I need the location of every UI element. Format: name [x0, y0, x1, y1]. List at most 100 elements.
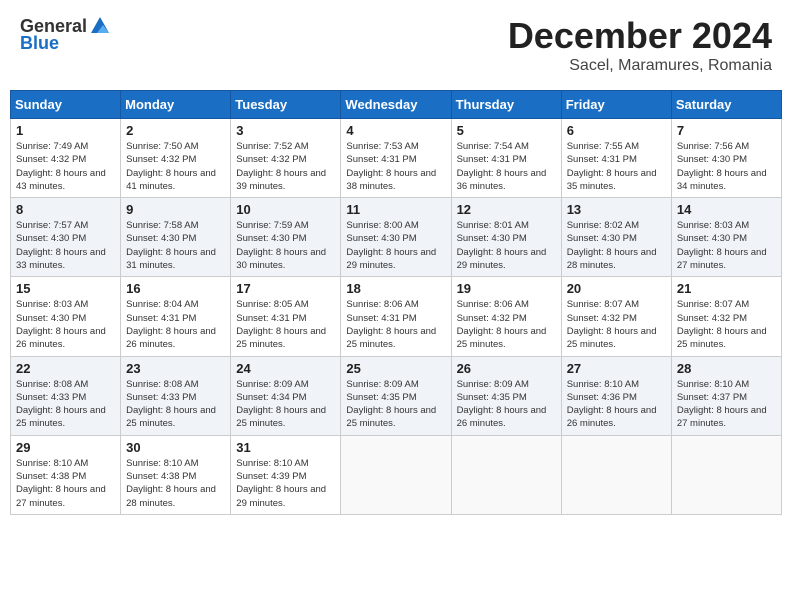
weekday-header-friday: Friday: [561, 91, 671, 119]
weekday-header-monday: Monday: [121, 91, 231, 119]
day-number: 30: [126, 440, 225, 455]
day-info: Sunrise: 7:57 AMSunset: 4:30 PMDaylight:…: [16, 219, 115, 272]
calendar-cell: 8 Sunrise: 7:57 AMSunset: 4:30 PMDaylight…: [11, 198, 121, 277]
day-info: Sunrise: 8:09 AMSunset: 4:35 PMDaylight:…: [346, 378, 445, 431]
day-number: 26: [457, 361, 556, 376]
day-number: 4: [346, 123, 445, 138]
day-number: 25: [346, 361, 445, 376]
day-number: 24: [236, 361, 335, 376]
day-number: 28: [677, 361, 776, 376]
day-number: 5: [457, 123, 556, 138]
calendar-cell: 22Sunrise: 8:08 AMSunset: 4:33 PMDayligh…: [11, 356, 121, 435]
day-info: Sunrise: 8:07 AMSunset: 4:32 PMDaylight:…: [677, 298, 776, 351]
day-number: 10: [236, 202, 335, 217]
logo-text-blue: Blue: [20, 33, 59, 54]
day-number: 22: [16, 361, 115, 376]
day-info: Sunrise: 8:00 AMSunset: 4:30 PMDaylight:…: [346, 219, 445, 272]
day-info: Sunrise: 7:54 AMSunset: 4:31 PMDaylight:…: [457, 140, 556, 193]
day-info: Sunrise: 8:08 AMSunset: 4:33 PMDaylight:…: [126, 378, 225, 431]
day-number: 27: [567, 361, 666, 376]
day-number: 23: [126, 361, 225, 376]
calendar-cell: 20 Sunrise: 8:07 AMSunset: 4:32 PMDayligh…: [561, 277, 671, 356]
day-info: Sunrise: 8:04 AMSunset: 4:31 PMDaylight:…: [126, 298, 225, 351]
day-number: 12: [457, 202, 556, 217]
day-number: 20: [567, 281, 666, 296]
day-info: Sunrise: 7:56 AMSunset: 4:30 PMDaylight:…: [677, 140, 776, 193]
day-info: Sunrise: 8:10 AMSunset: 4:37 PMDaylight:…: [677, 378, 776, 431]
weekday-header-wednesday: Wednesday: [341, 91, 451, 119]
calendar-week-row: 29 Sunrise: 8:10 AMSunset: 4:38 PMDayligh…: [11, 435, 782, 514]
calendar-cell: 5 Sunrise: 7:54 AMSunset: 4:31 PMDaylight…: [451, 119, 561, 198]
calendar-cell: 2Sunrise: 7:50 AMSunset: 4:32 PMDaylight…: [121, 119, 231, 198]
calendar-week-row: 1 Sunrise: 7:49 AMSunset: 4:32 PMDaylight…: [11, 119, 782, 198]
day-info: Sunrise: 8:07 AMSunset: 4:32 PMDaylight:…: [567, 298, 666, 351]
calendar-cell: 6Sunrise: 7:55 AMSunset: 4:31 PMDaylight…: [561, 119, 671, 198]
calendar-cell: 11 Sunrise: 8:00 AMSunset: 4:30 PMDayligh…: [341, 198, 451, 277]
calendar-cell: 17 Sunrise: 8:05 AMSunset: 4:31 PMDayligh…: [231, 277, 341, 356]
day-info: Sunrise: 7:58 AMSunset: 4:30 PMDaylight:…: [126, 219, 225, 272]
day-number: 14: [677, 202, 776, 217]
day-number: 19: [457, 281, 556, 296]
calendar-cell: 7Sunrise: 7:56 AMSunset: 4:30 PMDaylight…: [671, 119, 781, 198]
calendar-cell: 31 Sunrise: 8:10 AMSunset: 4:39 PMDayligh…: [231, 435, 341, 514]
day-number: 29: [16, 440, 115, 455]
calendar-cell: 13 Sunrise: 8:02 AMSunset: 4:30 PMDayligh…: [561, 198, 671, 277]
day-info: Sunrise: 8:02 AMSunset: 4:30 PMDaylight:…: [567, 219, 666, 272]
calendar-cell: 12 Sunrise: 8:01 AMSunset: 4:30 PMDayligh…: [451, 198, 561, 277]
day-number: 17: [236, 281, 335, 296]
day-number: 9: [126, 202, 225, 217]
day-info: Sunrise: 8:03 AMSunset: 4:30 PMDaylight:…: [16, 298, 115, 351]
day-number: 31: [236, 440, 335, 455]
calendar-cell: 26Sunrise: 8:09 AMSunset: 4:35 PMDayligh…: [451, 356, 561, 435]
day-info: Sunrise: 8:10 AMSunset: 4:39 PMDaylight:…: [236, 457, 335, 510]
title-section: December 2024 Sacel, Maramures, Romania: [508, 15, 772, 75]
calendar-cell: 30 Sunrise: 8:10 AMSunset: 4:38 PMDayligh…: [121, 435, 231, 514]
calendar-cell: 24 Sunrise: 8:09 AMSunset: 4:34 PMDayligh…: [231, 356, 341, 435]
day-number: 16: [126, 281, 225, 296]
weekday-header-thursday: Thursday: [451, 91, 561, 119]
calendar-cell: 27Sunrise: 8:10 AMSunset: 4:36 PMDayligh…: [561, 356, 671, 435]
day-number: 8: [16, 202, 115, 217]
calendar-cell: [671, 435, 781, 514]
calendar-cell: 4 Sunrise: 7:53 AMSunset: 4:31 PMDaylight…: [341, 119, 451, 198]
calendar-cell: 10 Sunrise: 7:59 AMSunset: 4:30 PMDayligh…: [231, 198, 341, 277]
calendar-cell: 23 Sunrise: 8:08 AMSunset: 4:33 PMDayligh…: [121, 356, 231, 435]
calendar-cell: 18Sunrise: 8:06 AMSunset: 4:31 PMDayligh…: [341, 277, 451, 356]
calendar-cell: [341, 435, 451, 514]
day-info: Sunrise: 7:55 AMSunset: 4:31 PMDaylight:…: [567, 140, 666, 193]
day-number: 13: [567, 202, 666, 217]
logo: General Blue: [20, 15, 111, 54]
calendar-cell: 19 Sunrise: 8:06 AMSunset: 4:32 PMDayligh…: [451, 277, 561, 356]
day-number: 18: [346, 281, 445, 296]
weekday-header-row: SundayMondayTuesdayWednesdayThursdayFrid…: [11, 91, 782, 119]
day-number: 15: [16, 281, 115, 296]
day-info: Sunrise: 8:10 AMSunset: 4:38 PMDaylight:…: [16, 457, 115, 510]
calendar-cell: 14 Sunrise: 8:03 AMSunset: 4:30 PMDayligh…: [671, 198, 781, 277]
day-info: Sunrise: 8:03 AMSunset: 4:30 PMDaylight:…: [677, 219, 776, 272]
calendar-table: SundayMondayTuesdayWednesdayThursdayFrid…: [10, 90, 782, 515]
weekday-header-saturday: Saturday: [671, 91, 781, 119]
location: Sacel, Maramures, Romania: [508, 57, 772, 75]
calendar-cell: 1 Sunrise: 7:49 AMSunset: 4:32 PMDaylight…: [11, 119, 121, 198]
day-info: Sunrise: 8:01 AMSunset: 4:30 PMDaylight:…: [457, 219, 556, 272]
weekday-header-sunday: Sunday: [11, 91, 121, 119]
day-info: Sunrise: 8:10 AMSunset: 4:38 PMDaylight:…: [126, 457, 225, 510]
day-info: Sunrise: 8:06 AMSunset: 4:32 PMDaylight:…: [457, 298, 556, 351]
day-number: 11: [346, 202, 445, 217]
calendar-week-row: 22 Sunrise: 8:08 AMSunset: 4:33 PMDayligh…: [11, 356, 782, 435]
calendar-cell: 29 Sunrise: 8:10 AMSunset: 4:38 PMDayligh…: [11, 435, 121, 514]
day-number: 1: [16, 123, 115, 138]
calendar-cell: 25 Sunrise: 8:09 AMSunset: 4:35 PMDayligh…: [341, 356, 451, 435]
calendar-cell: 28 Sunrise: 8:10 AMSunset: 4:37 PMDayligh…: [671, 356, 781, 435]
day-info: Sunrise: 7:49 AMSunset: 4:32 PMDaylight:…: [16, 140, 115, 193]
day-number: 3: [236, 123, 335, 138]
weekday-header-tuesday: Tuesday: [231, 91, 341, 119]
calendar-cell: 21Sunrise: 8:07 AMSunset: 4:32 PMDayligh…: [671, 277, 781, 356]
calendar-week-row: 8 Sunrise: 7:57 AMSunset: 4:30 PMDaylight…: [11, 198, 782, 277]
day-info: Sunrise: 7:53 AMSunset: 4:31 PMDaylight:…: [346, 140, 445, 193]
calendar-cell: 3Sunrise: 7:52 AMSunset: 4:32 PMDaylight…: [231, 119, 341, 198]
day-info: Sunrise: 8:09 AMSunset: 4:34 PMDaylight:…: [236, 378, 335, 431]
month-title: December 2024: [508, 15, 772, 57]
day-info: Sunrise: 8:05 AMSunset: 4:31 PMDaylight:…: [236, 298, 335, 351]
day-info: Sunrise: 7:59 AMSunset: 4:30 PMDaylight:…: [236, 219, 335, 272]
